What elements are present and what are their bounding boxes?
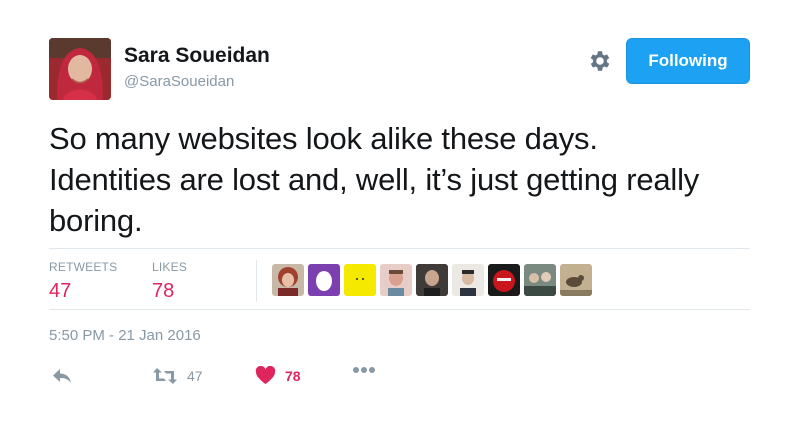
liker-avatar[interactable] bbox=[308, 264, 340, 296]
reply-button[interactable] bbox=[51, 366, 73, 386]
tweet-line: Identities are lost and, well, it’s just… bbox=[49, 162, 700, 197]
tweet-text: So many websites look alike these days. … bbox=[49, 118, 769, 241]
likes-stat[interactable]: LIKES 78 bbox=[152, 260, 187, 303]
more-dots-icon bbox=[353, 367, 375, 373]
retweet-button[interactable]: 47 bbox=[152, 366, 203, 386]
red-object-icon bbox=[488, 264, 520, 296]
likers-list bbox=[272, 264, 592, 296]
profile-photo bbox=[49, 38, 111, 100]
liker-avatar[interactable] bbox=[272, 264, 304, 296]
tweet-line: So many websites look alike these days. bbox=[49, 121, 598, 156]
red-haired-person-icon bbox=[272, 264, 304, 296]
person-icon bbox=[416, 264, 448, 296]
liker-avatar[interactable] bbox=[344, 264, 376, 296]
like-count: 78 bbox=[285, 367, 301, 384]
liker-avatar[interactable] bbox=[488, 264, 520, 296]
divider bbox=[256, 260, 257, 302]
likes-count: 78 bbox=[152, 280, 175, 302]
heart-icon bbox=[255, 366, 276, 385]
liker-avatar[interactable] bbox=[452, 264, 484, 296]
retweets-stat[interactable]: RETWEETS 47 bbox=[49, 260, 117, 303]
gear-icon[interactable] bbox=[587, 48, 613, 74]
retweet-icon bbox=[153, 368, 177, 384]
likes-label: LIKES bbox=[152, 260, 188, 274]
tweet-line: boring. bbox=[49, 203, 143, 238]
person-icon bbox=[452, 264, 484, 296]
group-photo-icon bbox=[524, 264, 556, 296]
reply-icon bbox=[53, 369, 71, 383]
retweets-count: 47 bbox=[49, 280, 72, 302]
tweet-timestamp[interactable]: 5:50 PM - 21 Jan 2016 bbox=[49, 327, 201, 344]
liker-avatar[interactable] bbox=[380, 264, 412, 296]
more-button[interactable] bbox=[352, 366, 376, 374]
liker-avatar[interactable] bbox=[416, 264, 448, 296]
retweets-label: RETWEETS bbox=[49, 260, 118, 274]
liker-avatar[interactable] bbox=[524, 264, 556, 296]
like-button[interactable]: 78 bbox=[255, 366, 301, 385]
bird-icon bbox=[560, 264, 592, 296]
retweet-count: 47 bbox=[187, 368, 203, 384]
username-handle[interactable]: @SaraSoueidan bbox=[124, 73, 234, 90]
avatar[interactable] bbox=[49, 38, 111, 100]
liker-avatar[interactable] bbox=[560, 264, 592, 296]
divider bbox=[49, 248, 750, 249]
person-icon bbox=[380, 264, 412, 296]
display-name[interactable]: Sara Soueidan bbox=[124, 44, 270, 68]
following-button[interactable]: Following bbox=[626, 38, 750, 84]
yellow-square-icon bbox=[344, 264, 376, 296]
divider bbox=[49, 309, 750, 310]
egg-icon bbox=[308, 264, 340, 296]
